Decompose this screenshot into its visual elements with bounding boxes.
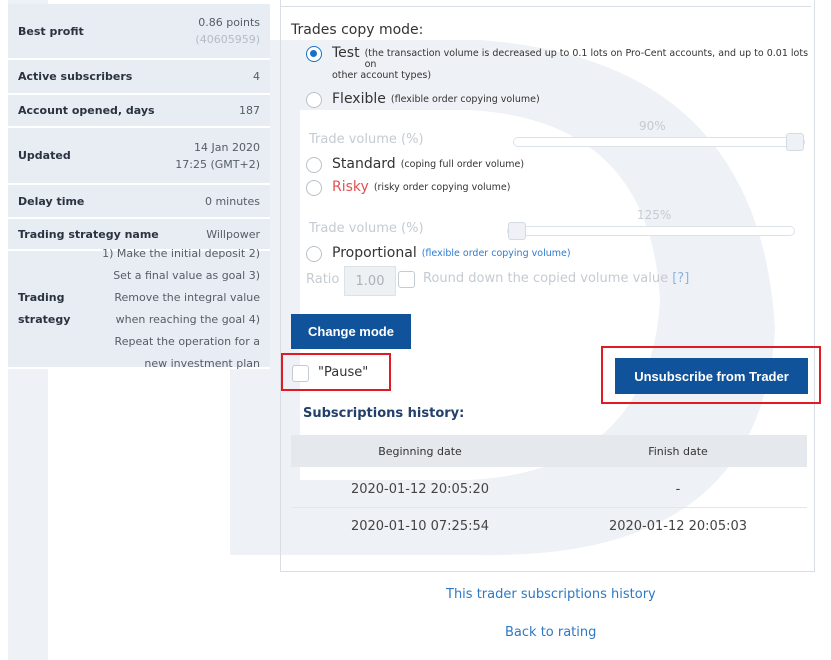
trade-volume-label: Trade volume (%) [309, 132, 424, 147]
round-down-label: Round down the copied volume value [?] [423, 271, 689, 286]
radio-icon[interactable] [306, 157, 322, 173]
best-profit-account: (40605959) [195, 33, 260, 46]
column-header: Beginning date [378, 444, 462, 458]
stat-account-opened: Account opened, days 187 [8, 95, 270, 128]
stat-best-profit: Best profit 0.86 points (40605959) [8, 4, 270, 60]
trade-volume-label: Trade volume (%) [309, 221, 424, 236]
stat-value: 1) Make the initial deposit 2) Set a fin… [102, 247, 260, 370]
stat-label: Trading strategy name [18, 227, 159, 241]
radio-risky[interactable]: Risky (risky order copying volume) [306, 179, 510, 196]
copy-settings-panel: Trades copy mode: Test (the transaction … [280, 0, 821, 572]
stat-value: 14 Jan 2020 17:25 (GMT+2) [175, 139, 260, 173]
radio-checked-icon[interactable] [306, 46, 322, 62]
stat-value: 187 [239, 104, 260, 117]
stat-label: Best profit [18, 24, 84, 38]
radio-proportional[interactable]: Proportional (flexible order copying vol… [306, 245, 571, 262]
stat-value: Willpower [206, 227, 260, 241]
column-header: Finish date [648, 444, 708, 458]
unsubscribe-button[interactable]: Unsubscribe from Trader [615, 358, 808, 394]
radio-label: Test [332, 45, 360, 61]
round-down-checkbox[interactable] [398, 271, 415, 288]
stat-value: 0.86 points (40605959) [195, 14, 260, 48]
trader-subscriptions-history-link[interactable]: This trader subscriptions history [446, 587, 656, 602]
pause-label: "Pause" [318, 365, 369, 380]
radio-note: (flexible order copying volume) [421, 248, 571, 259]
table-cell: 2020-01-12 20:05:03 [608, 518, 748, 534]
stat-trading-strategy: Trading strategy 1) Make the initial dep… [8, 247, 270, 370]
radio-note: (risky order copying volume) [373, 182, 511, 193]
table-cell: 2020-01-12 20:05:20 [350, 482, 490, 497]
stat-delay-time: Delay time 0 minutes [8, 185, 270, 219]
stat-label: Delay time [18, 194, 85, 208]
subscriptions-history-title: Subscriptions history: [303, 406, 465, 421]
stat-active-subscribers: Active subscribers 4 [8, 60, 270, 95]
radio-icon[interactable] [306, 246, 322, 262]
radio-label: Proportional [332, 245, 417, 261]
table-row: 2020-01-12 20:05:20 - [291, 472, 807, 508]
trade-volume-percent: 90% [639, 119, 666, 133]
radio-note-cont: other account types) [332, 70, 432, 81]
trade-volume-percent: 125% [637, 208, 672, 222]
trader-stats-panel: Best profit 0.86 points (40605959) Activ… [8, 4, 270, 370]
change-mode-button[interactable]: Change mode [291, 314, 411, 349]
back-to-rating-link[interactable]: Back to rating [505, 625, 596, 640]
table-row: 2020-01-10 07:25:54 2020-01-12 20:05:03 [291, 508, 807, 544]
table-cell: 2020-01-10 07:25:54 [350, 518, 490, 534]
history-table-header: Beginning date Finish date [291, 435, 807, 467]
updated-date: 14 Jan 2020 [194, 140, 260, 154]
radio-test[interactable]: Test (the transaction volume is decrease… [306, 45, 814, 70]
ratio-label: Ratio [306, 272, 340, 287]
radio-flexible[interactable]: Flexible (flexible order copying volume) [306, 91, 540, 108]
copy-mode-title: Trades copy mode: [291, 22, 424, 38]
stat-value: 4 [253, 70, 260, 83]
best-profit-value: 0.86 points [198, 16, 260, 29]
radio-label: Risky [332, 179, 369, 195]
stat-label: Updated [18, 149, 71, 162]
updated-time: 17:25 (GMT+2) [175, 157, 260, 171]
trade-volume-slider[interactable] [513, 133, 805, 151]
stat-value: 0 minutes [204, 194, 260, 208]
stat-label: Active subscribers [18, 70, 133, 83]
stat-label: Account opened, days [18, 104, 155, 117]
radio-note: (flexible order copying volume) [390, 94, 540, 105]
radio-standard[interactable]: Standard (coping full order volume) [306, 156, 524, 173]
radio-icon[interactable] [306, 92, 322, 108]
radio-label: Standard [332, 156, 396, 172]
radio-note: (the transaction volume is decreased up … [364, 48, 809, 70]
slider-handle[interactable] [508, 222, 526, 240]
ratio-input[interactable]: 1.00 [344, 266, 396, 296]
trade-volume-slider[interactable] [507, 222, 795, 240]
round-down-text: Round down the copied volume value [423, 271, 669, 286]
table-cell: - [675, 482, 681, 497]
stat-updated: Updated 14 Jan 2020 17:25 (GMT+2) [8, 128, 270, 185]
help-icon[interactable]: [?] [672, 271, 689, 286]
divider [281, 6, 811, 7]
radio-label: Flexible [332, 91, 386, 107]
stat-label: Trading strategy [18, 291, 71, 326]
radio-note: (coping full order volume) [400, 159, 525, 170]
pause-checkbox[interactable] [292, 365, 309, 382]
slider-handle[interactable] [786, 133, 804, 151]
radio-icon[interactable] [306, 180, 322, 196]
